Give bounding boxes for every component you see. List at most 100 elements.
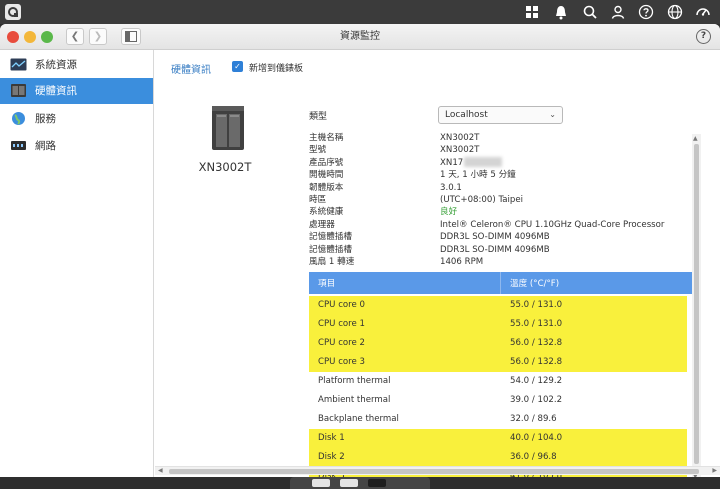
row-item: CPU core 1 xyxy=(318,319,366,329)
back-button[interactable]: ❮ xyxy=(66,28,84,45)
row-item: CPU core 0 xyxy=(318,300,366,310)
chart-icon xyxy=(10,58,27,71)
minimize-button[interactable] xyxy=(24,31,36,43)
info-key: 記憶體插槽 xyxy=(309,232,352,243)
row-temp: 36.0 / 96.8 xyxy=(510,452,557,462)
sidebar-item-system-resources[interactable]: 系統資源 xyxy=(0,52,153,78)
network-icon xyxy=(11,141,26,150)
globe-icon xyxy=(12,112,25,125)
table-row[interactable]: Ambient thermal 39.0 / 102.2 xyxy=(309,391,687,410)
info-key: 產品序號 xyxy=(309,157,344,168)
chevron-down-icon: ⌄ xyxy=(549,110,556,119)
window-help-button[interactable]: ? xyxy=(696,29,711,44)
row-temp: 55.0 / 131.0 xyxy=(510,319,563,329)
scroll-right-arrow-icon[interactable]: ▶ xyxy=(712,467,717,474)
table-row[interactable]: Disk 2 36.0 / 96.8 xyxy=(309,448,687,467)
sidebar-item-hardware-info[interactable]: 硬體資訊 xyxy=(0,78,153,104)
info-key: 時區 xyxy=(309,195,327,205)
qnap-logo-icon[interactable] xyxy=(5,4,21,20)
sidebar-item-label: 服務 xyxy=(35,113,56,125)
row-item: Disk 1 xyxy=(318,433,345,443)
info-key: 記憶體插槽 xyxy=(309,244,352,255)
row-item: CPU core 2 xyxy=(318,338,366,348)
info-key: 主機名稱 xyxy=(309,133,344,143)
vertical-scrollbar[interactable]: ▲ ▼ xyxy=(692,134,701,477)
table-row[interactable]: Platform thermal 54.0 / 129.2 xyxy=(309,372,687,391)
info-row-model: 型號 XN3002T xyxy=(309,144,689,156)
info-value: 3.0.1 xyxy=(440,182,462,193)
row-item: CPU core 3 xyxy=(318,357,366,367)
info-key: 型號 xyxy=(309,145,327,156)
maximize-button[interactable] xyxy=(41,31,53,43)
bell-icon[interactable] xyxy=(553,4,569,20)
row-item: Disk 2 xyxy=(318,452,345,462)
dashboard-icon[interactable] xyxy=(695,4,711,20)
close-button[interactable] xyxy=(7,31,19,43)
type-select[interactable]: Localhost ⌄ xyxy=(438,106,563,124)
info-row-system-health: 系統健康 良好 xyxy=(309,206,689,218)
horizontal-scrollbar[interactable]: ◀ ▶ xyxy=(155,466,720,475)
table-row[interactable]: Disk 1 40.0 / 104.0 xyxy=(309,429,687,448)
toggle-sidebar-button[interactable] xyxy=(121,28,141,45)
taskbar-dock xyxy=(290,477,430,489)
sidebar-item-services[interactable]: 服務 xyxy=(0,106,153,132)
column-header-item[interactable]: 項目 xyxy=(318,277,335,289)
vertical-scroll-thumb[interactable] xyxy=(694,144,699,464)
row-temp: 40.0 / 104.0 xyxy=(510,433,563,443)
info-row-memory-slot-1: 記憶體插槽 DDR3L SO-DIMM 4096MB xyxy=(309,231,689,243)
globe-icon[interactable] xyxy=(667,4,683,20)
table-row[interactable]: CPU core 2 56.0 / 132.8 xyxy=(309,334,687,353)
user-icon[interactable] xyxy=(610,4,626,20)
info-row-fan-speed: 風扇 1 轉速 1406 RPM xyxy=(309,256,689,268)
window-title: 資源監控 xyxy=(340,31,380,42)
apps-icon[interactable] xyxy=(524,4,540,20)
info-row-timezone: 時區 (UTC+08:00) Taipei xyxy=(309,194,689,206)
info-row-firmware: 韌體版本 3.0.1 xyxy=(309,182,689,194)
column-header-temperature[interactable]: 溫度 (°C/°F) xyxy=(510,277,559,289)
horizontal-scroll-thumb[interactable] xyxy=(169,469,699,474)
main-content: 硬體資訊 ✓ 新增到儀錶板 XN3002T 類型 Localhost ⌄ 主機名… xyxy=(155,50,720,477)
table-row[interactable]: CPU core 0 55.0 / 131.0 xyxy=(309,296,687,315)
row-item: Backplane thermal xyxy=(318,414,399,424)
info-key: 韌體版本 xyxy=(309,182,344,193)
info-value-serial: XN17 xyxy=(440,157,503,169)
system-top-bar xyxy=(0,0,720,24)
add-to-dashboard-label[interactable]: 新增到儀錶板 xyxy=(249,61,303,74)
info-value: 1406 RPM xyxy=(440,257,484,267)
forward-button[interactable]: ❯ xyxy=(89,28,107,45)
row-temp: 39.0 / 102.2 xyxy=(510,395,563,405)
info-value: DDR3L SO-DIMM 4096MB xyxy=(440,232,550,243)
add-to-dashboard-checkbox[interactable]: ✓ xyxy=(232,61,243,72)
info-key: 開機時間 xyxy=(309,170,344,181)
sidebar-item-label: 系統資源 xyxy=(35,59,77,71)
info-key: 處理器 xyxy=(309,219,335,230)
info-value: XN17 xyxy=(440,157,464,168)
column-divider xyxy=(500,272,501,294)
type-label: 類型 xyxy=(309,112,328,122)
row-item: Platform thermal xyxy=(318,376,391,386)
scroll-left-arrow-icon[interactable]: ◀ xyxy=(158,467,163,474)
scroll-up-arrow-icon[interactable]: ▲ xyxy=(693,135,698,142)
info-value: (UTC+08:00) Taipei xyxy=(440,195,524,205)
row-temp: 32.0 / 89.6 xyxy=(510,414,557,424)
dock-app-item[interactable] xyxy=(368,479,386,487)
info-row-serial: 產品序號 XN17 xyxy=(309,157,689,169)
table-row[interactable]: Backplane thermal 32.0 / 89.6 xyxy=(309,410,687,429)
table-row[interactable]: CPU core 1 55.0 / 131.0 xyxy=(309,315,687,334)
sidebar-item-label: 硬體資訊 xyxy=(35,85,77,97)
search-icon[interactable] xyxy=(582,4,598,20)
info-value: DDR3L SO-DIMM 4096MB xyxy=(440,244,550,255)
info-key: 風扇 1 轉速 xyxy=(309,257,355,267)
info-row-hostname: 主機名稱 XN3002T xyxy=(309,132,689,144)
info-value: XN3002T xyxy=(440,133,480,143)
table-row[interactable]: CPU core 3 56.0 / 132.8 xyxy=(309,353,687,372)
dock-app-item[interactable] xyxy=(312,479,330,487)
resource-monitor-window: 資源監控 ❮ ❯ ? 系統資源 硬體資訊 服務 網路 硬體資訊 ✓ 新增到儀錶板… xyxy=(0,24,720,477)
redacted-blur xyxy=(464,157,503,168)
health-status: 良好 xyxy=(440,207,458,218)
sidebar-item-label: 網路 xyxy=(35,140,56,152)
help-icon[interactable] xyxy=(638,4,654,20)
dock-app-item[interactable] xyxy=(340,479,358,487)
row-item: Ambient thermal xyxy=(318,395,391,405)
sidebar-item-network[interactable]: 網路 xyxy=(0,133,153,159)
